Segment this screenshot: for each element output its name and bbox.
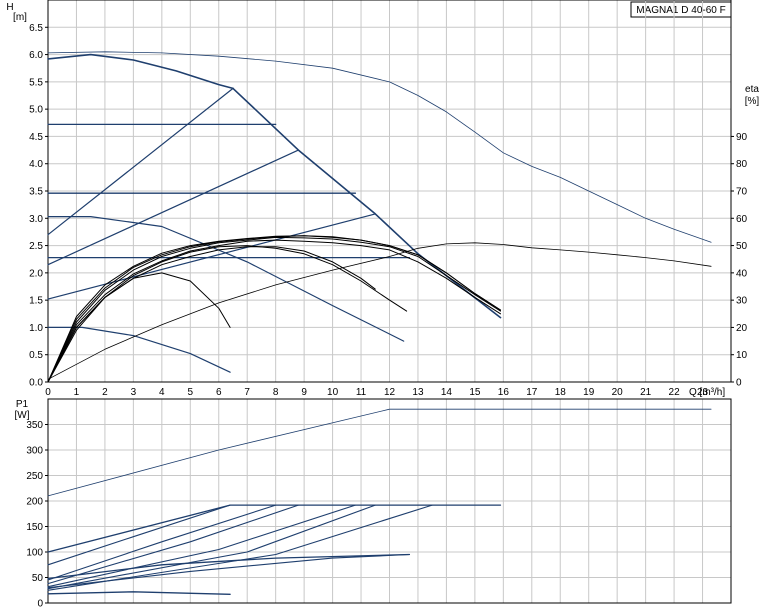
p1-series-line-1 <box>47 504 502 553</box>
qh-series-line-8 <box>47 216 405 342</box>
qh-ytick-label: 5.0 <box>29 105 43 116</box>
qh-xtick-label: 12 <box>384 387 396 398</box>
qh-xtick-label: 13 <box>412 387 424 398</box>
qh-xtick-label: 8 <box>273 387 279 398</box>
qh-xtick-label: 1 <box>74 387 80 398</box>
p1-ytick-label: 150 <box>26 522 43 533</box>
qh-xtick-label: 10 <box>327 387 339 398</box>
qh-ytick-label: 6.5 <box>29 23 43 34</box>
qh-series-line-0 <box>47 53 234 90</box>
qh-series-line-12 <box>47 246 376 383</box>
qh-ytick-label: 3.0 <box>29 214 43 225</box>
qh-series-line-13 <box>47 239 501 383</box>
qh-xtick-label: 20 <box>612 387 624 398</box>
qh-xtick-label: 5 <box>188 387 194 398</box>
qh-y2tick-label: 0 <box>736 378 742 389</box>
qh-series-line-7 <box>47 213 376 300</box>
qh-y2tick-label: 40 <box>736 268 748 279</box>
p1-panel: 0 50 100 150 200 250 300 350 <box>26 398 732 610</box>
qh-ytick-label: 3.5 <box>29 187 43 198</box>
qh-y2tick-label: 10 <box>736 350 748 361</box>
qh-panel: 0.0 0.5 1.0 1.5 2.0 2.5 3.0 3.5 4.0 4.5 5.0 5.5 6.0 6… <box>29 0 748 398</box>
qh-xtick-label: 16 <box>498 387 510 398</box>
qh-xtick-label: 11 <box>356 387 367 398</box>
qh-ylabel-unit: [m] <box>13 12 27 23</box>
qh-xtick-label: 22 <box>669 387 681 398</box>
p1-series-line-6 <box>47 504 299 585</box>
qh-ytick-label: 5.5 <box>29 77 43 88</box>
qh-ytick-label: 6.0 <box>29 50 43 61</box>
qh-y2tick-label: 30 <box>736 296 748 307</box>
qh-xtick-label: 2 <box>102 387 108 398</box>
p1-ytick-label: 0 <box>37 599 43 610</box>
qh-series-line-5 <box>47 87 234 236</box>
qh-ytick-label: 1.5 <box>29 296 43 307</box>
qh-xtick-label: 0 <box>45 387 51 398</box>
p1-ytick-label: 350 <box>26 420 43 431</box>
qh-series-line-14 <box>47 236 501 383</box>
p1-ytick-label: 50 <box>32 573 44 584</box>
qh-xtick-label: 17 <box>526 387 538 398</box>
qh-xtick-label: 21 <box>640 387 652 398</box>
p1-ytick-label: 200 <box>26 497 43 508</box>
qh-y2tick-label: 20 <box>736 323 748 334</box>
qh-ytick-label: 4.0 <box>29 159 43 170</box>
p1-ytick-label: 250 <box>26 471 43 482</box>
qh-xtick-label: 23 <box>697 387 709 398</box>
qh-series-line-17 <box>47 51 712 243</box>
qh-xtick-label: 19 <box>583 387 595 398</box>
qh-ytick-label: 4.5 <box>29 132 43 143</box>
qh-ytick-label: 2.0 <box>29 268 43 279</box>
p1-series-line-10 <box>47 553 410 589</box>
qh-xtick-label: 14 <box>441 387 453 398</box>
p1-series-line-7 <box>47 504 356 588</box>
qh-y2tick-label: 60 <box>736 214 748 225</box>
qh-xtick-label: 18 <box>555 387 567 398</box>
qh-xtick-label: 4 <box>159 387 165 398</box>
qh-series-line-6 <box>47 149 299 266</box>
p1-ytick-label: 100 <box>26 548 43 559</box>
qh-ytick-label: 0.0 <box>29 378 43 389</box>
qh-series-line-11 <box>47 245 408 383</box>
p1-series-line-0 <box>47 408 712 497</box>
qh-xtick-label: 6 <box>216 387 222 398</box>
qh-y2tick-label: 50 <box>736 241 748 252</box>
qh-y2tick-label: 90 <box>736 132 748 143</box>
qh-y2tick-label: 80 <box>736 159 748 170</box>
p1-ylabel: P1 <box>16 399 29 410</box>
qh-y2tick-label: 70 <box>736 187 748 198</box>
qh-xtick-label: 15 <box>469 387 481 398</box>
pump-performance-chart: MAGNA1 D 40-60 F H [m] eta [%] Q [m³/h] … <box>6 0 760 610</box>
qh-xtick-label: 9 <box>301 387 307 398</box>
p1-series-line-3 <box>47 591 231 595</box>
qh-ytick-label: 0.5 <box>29 350 43 361</box>
p1-series-line-4 <box>47 504 231 566</box>
qh-y2label: eta <box>745 84 759 95</box>
qh-xtick-label: 3 <box>131 387 137 398</box>
qh-y2label-unit: [%] <box>745 96 760 107</box>
p1-ytick-label: 300 <box>26 446 43 457</box>
chart-title: MAGNA1 D 40-60 F <box>636 5 725 16</box>
qh-ytick-label: 2.5 <box>29 241 43 252</box>
qh-xtick-label: 7 <box>244 387 250 398</box>
qh-ytick-label: 1.0 <box>29 323 43 334</box>
